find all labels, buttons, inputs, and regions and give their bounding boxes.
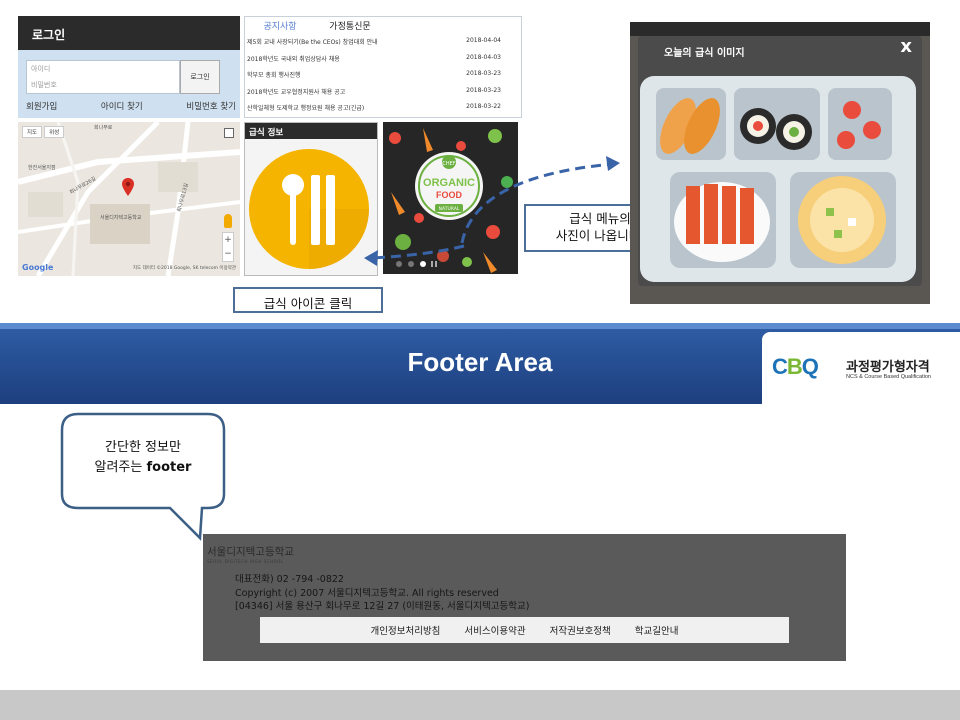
school-phone: 대표전화) 02 -794 -0822 bbox=[235, 574, 344, 585]
meal-window-title: 오늘의 급식 이미지 bbox=[664, 48, 745, 59]
terms-of-service-link[interactable]: 서비스이용약관 bbox=[464, 623, 525, 637]
slide-bottom-bar bbox=[0, 690, 960, 720]
bubble-line: 알려주는 footer bbox=[94, 460, 192, 475]
callout-click-icon: 급식 아이콘 클릭 bbox=[233, 287, 383, 313]
school-name-en: SEOUL DIGITECH HIGH SCHOOL bbox=[207, 559, 284, 564]
directions-link[interactable]: 학교길안내 bbox=[635, 623, 679, 637]
school-copyright: Copyright (c) 2007 서울디지텍고등학교. All rights… bbox=[235, 588, 499, 599]
meal-image-window: 오늘의 급식 이미지 x bbox=[630, 22, 930, 304]
speech-bubble-text: 간단한 정보만 알려주는 footer bbox=[60, 438, 226, 478]
school-name: 서울디지텍고등학교 bbox=[207, 546, 294, 558]
cbq-name: 과정평가형자격 bbox=[846, 360, 930, 375]
cbq-logo: CBQ bbox=[772, 354, 819, 379]
school-address: [04346] 서울 용산구 회나무로 12길 27 (이태원동, 서울디지텍고… bbox=[235, 601, 530, 612]
cbq-logo-box: CBQ 과정평가형자격 NCS & Course Based Qualifica… bbox=[762, 332, 960, 404]
bubble-line: 간단한 정보만 bbox=[105, 440, 181, 455]
copyright-policy-link[interactable]: 저작권보호정책 bbox=[550, 623, 611, 637]
meal-tray-illustration bbox=[630, 22, 930, 304]
cbq-subtitle: NCS & Course Based Qualification bbox=[846, 374, 931, 380]
footer-links: 개인정보처리방침 서비스이용약관 저작권보호정책 학교길안내 bbox=[260, 617, 789, 643]
banner-highlight bbox=[0, 323, 960, 329]
privacy-policy-link[interactable]: 개인정보처리방침 bbox=[371, 623, 441, 637]
speech-bubble: 간단한 정보만 알려주는 footer bbox=[60, 412, 226, 541]
school-footer: 서울디지텍고등학교 SEOUL DIGITECH HIGH SCHOOL 대표전… bbox=[203, 534, 846, 661]
close-icon[interactable]: x bbox=[900, 36, 912, 57]
